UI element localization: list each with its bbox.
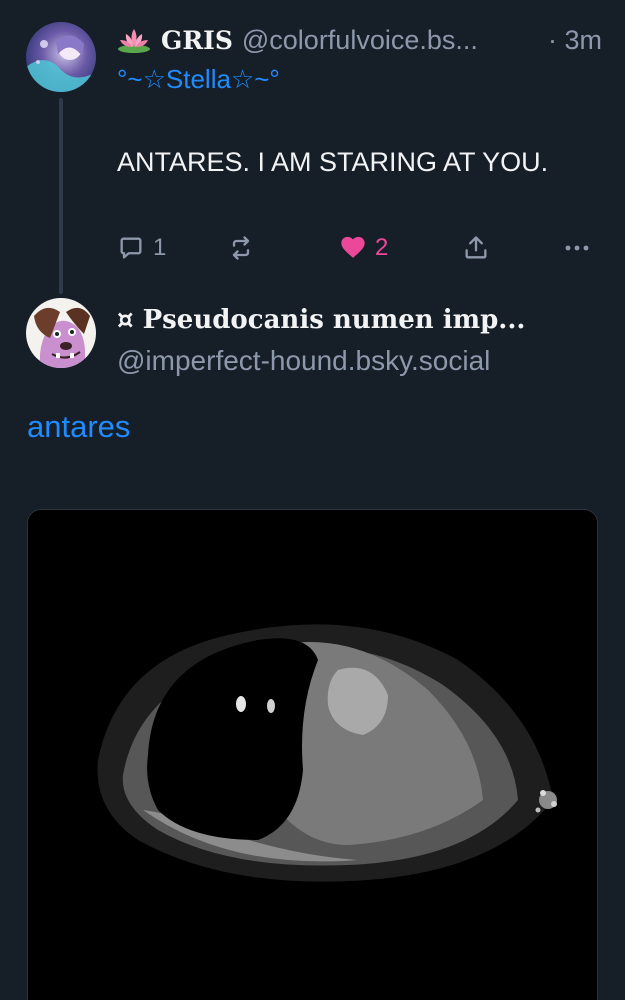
- author-handle[interactable]: @colorfulvoice.bs...: [242, 25, 538, 56]
- like-count: 2: [375, 234, 389, 261]
- repost-icon: [232, 236, 250, 260]
- more-options-button[interactable]: [562, 230, 592, 266]
- repost-button[interactable]: [227, 230, 255, 266]
- reply-count: 1: [153, 234, 167, 261]
- main-author-handle[interactable]: @imperfect-hound.bsky.social: [117, 345, 490, 377]
- post-actions: 1 2: [117, 230, 597, 266]
- reply-icon: [120, 237, 142, 259]
- eye-image: [28, 510, 597, 1000]
- like-button[interactable]: 2: [339, 230, 388, 266]
- hound-avatar[interactable]: [26, 298, 96, 368]
- lotus-icon: [118, 29, 150, 53]
- gris-avatar-image: [26, 22, 96, 92]
- parent-post[interactable]: GRIS @colorfulvoice.bs... · 3m °~☆Stella…: [0, 0, 625, 294]
- feed-page: GRIS @colorfulvoice.bs... · 3m °~☆Stella…: [0, 0, 625, 1000]
- post-text: ANTARES. I AM STARING AT YOU.: [117, 147, 549, 177]
- gris-avatar[interactable]: [26, 22, 96, 92]
- reply-button[interactable]: 1: [117, 230, 166, 266]
- main-author-display-name[interactable]: ¤ Pseudocanis numen imp...: [117, 305, 577, 335]
- main-post-text[interactable]: antares: [27, 409, 130, 445]
- ellipsis-icon: [565, 245, 589, 251]
- reply-to-name[interactable]: °~☆Stella☆~°: [117, 64, 280, 95]
- post-timestamp[interactable]: · 3m: [548, 25, 602, 56]
- post-image[interactable]: [27, 509, 598, 1000]
- share-button[interactable]: [462, 230, 490, 266]
- hound-avatar-image: [26, 298, 96, 368]
- author-display-name[interactable]: GRIS: [161, 26, 233, 55]
- thread-line: [59, 98, 63, 294]
- post-header: GRIS @colorfulvoice.bs... · 3m: [117, 22, 602, 58]
- share-icon: [465, 236, 487, 259]
- heart-icon: [341, 236, 365, 258]
